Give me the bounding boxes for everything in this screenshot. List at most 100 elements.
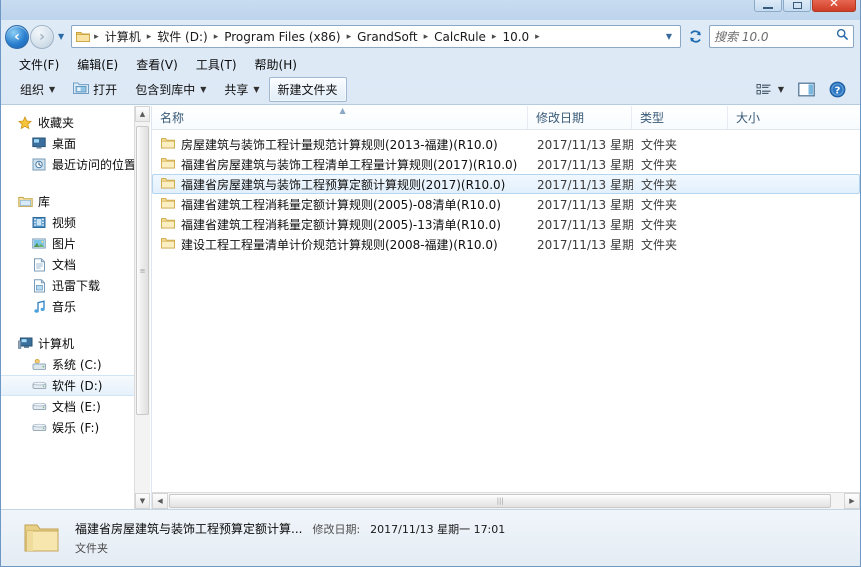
menu-item-edit[interactable]: 编辑(E) — [69, 54, 126, 75]
column-header-size[interactable]: 大小 — [728, 106, 860, 129]
breadcrumb-separator[interactable]: ▸ — [145, 32, 154, 42]
view-options-button[interactable]: ▼ — [750, 79, 790, 101]
preview-pane-button[interactable] — [792, 78, 821, 101]
menu-item-view[interactable]: 查看(V) — [128, 54, 186, 75]
refresh-button[interactable] — [684, 25, 706, 48]
column-header-name[interactable]: 名称 ▲ — [152, 106, 528, 129]
sidebar-item-music[interactable]: 音乐 — [1, 296, 150, 317]
scroll-up-button[interactable]: ▲ — [135, 106, 150, 122]
sidebar-item-videos[interactable]: 视频 — [1, 212, 150, 233]
nav-header-computer[interactable]: 计算机 — [1, 333, 150, 354]
column-label: 类型 — [640, 111, 665, 125]
scroll-right-button[interactable]: ▶ — [844, 493, 860, 509]
details-text: 福建省房屋建筑与装饰工程预算定额计算... 修改日期: 2017/11/13 星… — [75, 520, 505, 556]
scroll-thumb[interactable]: ≡ — [136, 126, 149, 416]
breadcrumb-separator[interactable]: ▸ — [490, 32, 499, 42]
breadcrumb-separator[interactable]: ▸ — [422, 32, 431, 42]
scroll-left-button[interactable]: ◀ — [152, 493, 168, 509]
file-date-cell: 2017/11/13 星期... — [537, 237, 633, 252]
file-name-cell[interactable]: 建设工程工程量清单计价规范计算规则(2008-福建)(R10.0) — [153, 236, 529, 253]
sidebar-item-pictures[interactable]: 图片 — [1, 233, 150, 254]
navigation-buttons: ‹ › ▼ — [5, 24, 67, 49]
search-input[interactable] — [714, 29, 836, 44]
sidebar-item-desktop[interactable]: 桌面 — [1, 133, 150, 154]
nav-header-libraries[interactable]: 库 — [1, 191, 150, 212]
table-row[interactable]: 福建省建筑工程消耗量定额计算规则(2005)-08清单(R10.0) 2017/… — [152, 194, 860, 214]
breadcrumb-item-1[interactable]: 软件 (D:) — [153, 26, 211, 47]
breadcrumb-item-0[interactable]: 计算机 — [101, 26, 145, 47]
breadcrumb-separator[interactable]: ▸ — [345, 32, 354, 42]
table-row[interactable]: 福建省建筑工程消耗量定额计算规则(2005)-13清单(R10.0) 2017/… — [152, 214, 860, 234]
sidebar-item-recent-places[interactable]: 最近访问的位置 — [1, 154, 150, 175]
breadcrumb[interactable]: ▸ 计算机 ▸ 软件 (D:) ▸ Program Files (x86) ▸ … — [71, 25, 681, 48]
close-button[interactable]: ✕ — [812, 0, 856, 12]
address-bar-row: ‹ › ▼ ▸ 计算机 ▸ 软件 (D:) ▸ Program Files (x… — [1, 20, 860, 53]
scroll-track[interactable]: ||| — [168, 493, 844, 509]
file-list-horizontal-scrollbar[interactable]: ◀ ||| ▶ — [152, 492, 860, 509]
organize-button[interactable]: 组织 ▼ — [11, 77, 64, 102]
sidebar-item-entertainment-f[interactable]: 娱乐 (F:) — [1, 417, 150, 438]
file-name-cell[interactable]: 房屋建筑与装饰工程计量规范计算规则(2013-福建)(R10.0) — [153, 136, 529, 153]
scroll-thumb[interactable]: ||| — [169, 494, 832, 508]
file-type-cell: 文件夹 — [641, 177, 678, 192]
table-row[interactable]: 房屋建筑与装饰工程计量规范计算规则(2013-福建)(R10.0) 2017/1… — [152, 134, 860, 154]
file-name-cell[interactable]: 福建省房屋建筑与装饰工程清单工程量计算规则(2017)(R10.0) — [153, 156, 529, 173]
maximize-button[interactable] — [783, 0, 811, 12]
nav-label: 音乐 — [52, 300, 77, 314]
sidebar-vertical-scrollbar[interactable]: ▲ ≡ ▼ — [134, 106, 150, 509]
drive-icon — [31, 378, 47, 394]
search-box[interactable] — [709, 25, 854, 48]
table-row[interactable]: 福建省房屋建筑与装饰工程预算定额计算规则(2017)(R10.0) 2017/1… — [152, 174, 860, 194]
column-label: 大小 — [736, 111, 761, 125]
share-button[interactable]: 共享 ▼ — [215, 77, 268, 102]
minimize-button[interactable] — [754, 0, 782, 12]
breadcrumb-item-2[interactable]: Program Files (x86) — [220, 28, 344, 46]
drive-icon — [31, 420, 47, 436]
folder-icon — [161, 217, 175, 232]
back-button[interactable]: ‹ — [5, 24, 29, 49]
breadcrumb-item-3[interactable]: GrandSoft — [353, 28, 422, 46]
breadcrumb-separator[interactable]: ▸ — [212, 32, 221, 42]
downloads-icon — [31, 278, 47, 294]
menu-item-file[interactable]: 文件(F) — [11, 54, 67, 75]
open-label: 打开 — [93, 83, 118, 97]
minimize-icon — [763, 7, 773, 9]
file-name-cell[interactable]: 福建省建筑工程消耗量定额计算规则(2005)-13清单(R10.0) — [153, 216, 529, 233]
chevron-down-icon[interactable]: ▼ — [662, 32, 678, 41]
menu-item-help[interactable]: 帮助(H) — [247, 54, 305, 75]
search-icon[interactable] — [836, 28, 849, 45]
details-pane: 福建省房屋建筑与装饰工程预算定额计算... 修改日期: 2017/11/13 星… — [1, 509, 860, 566]
scroll-track[interactable]: ≡ — [135, 122, 150, 493]
file-name: 房屋建筑与装饰工程计量规范计算规则(2013-福建)(R10.0) — [181, 137, 498, 152]
column-header-date[interactable]: 修改日期 — [528, 106, 632, 129]
sidebar-item-system-c[interactable]: 系统 (C:) — [1, 354, 150, 375]
navigation-tree: 收藏夹 桌面 最近访问的位置 库 视频 图片 文档 迅雷下载 音乐 计算机 系统… — [1, 106, 150, 509]
library-icon — [17, 194, 33, 210]
breadcrumb-item-5[interactable]: 10.0 — [498, 28, 533, 46]
column-header-type[interactable]: 类型 — [632, 106, 728, 129]
help-button[interactable]: ? — [823, 77, 852, 102]
menu-item-tools[interactable]: 工具(T) — [188, 54, 245, 75]
large-folder-icon — [23, 521, 61, 555]
history-dropdown-button[interactable]: ▼ — [55, 32, 67, 41]
sidebar-item-documents[interactable]: 文档 — [1, 254, 150, 275]
file-list-pane: 名称 ▲ 修改日期 类型 大小 房屋建筑与装饰工程计量规范计算规则(2013-福… — [151, 106, 860, 509]
sidebar-item-software-d[interactable]: 软件 (D:) — [1, 375, 150, 396]
scroll-down-button[interactable]: ▼ — [135, 493, 150, 509]
file-name-cell[interactable]: 福建省建筑工程消耗量定额计算规则(2005)-08清单(R10.0) — [153, 196, 529, 213]
table-row[interactable]: 建设工程工程量清单计价规范计算规则(2008-福建)(R10.0) 2017/1… — [152, 234, 860, 254]
sidebar-item-downloads[interactable]: 迅雷下载 — [1, 275, 150, 296]
table-row[interactable]: 福建省房屋建筑与装饰工程清单工程量计算规则(2017)(R10.0) 2017/… — [152, 154, 860, 174]
arrow-left-icon: ‹ — [14, 28, 20, 45]
include-in-library-button[interactable]: 包含到库中 ▼ — [126, 77, 215, 102]
open-button[interactable]: 打开 — [64, 77, 126, 102]
sidebar-item-documents-e[interactable]: 文档 (E:) — [1, 396, 150, 417]
breadcrumb-item-4[interactable]: CalcRule — [430, 28, 490, 46]
nav-header-favorites[interactable]: 收藏夹 — [1, 112, 150, 133]
breadcrumb-separator[interactable]: ▸ — [533, 32, 542, 42]
forward-button[interactable]: › — [30, 24, 54, 49]
file-name-cell[interactable]: 福建省房屋建筑与装饰工程预算定额计算规则(2017)(R10.0) — [153, 176, 529, 193]
file-type-cell: 文件夹 — [641, 237, 678, 252]
new-folder-button[interactable]: 新建文件夹 — [268, 77, 347, 102]
